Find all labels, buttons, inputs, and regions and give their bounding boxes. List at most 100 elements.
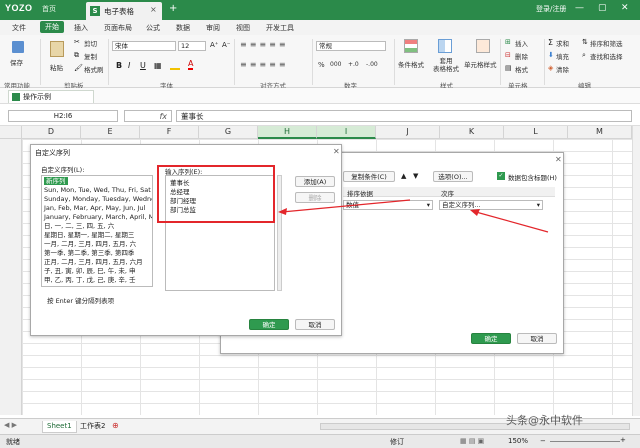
zoom-slider[interactable] [550, 441, 620, 442]
view-mode-icons[interactable]: ▦ ▤ ▣ [460, 437, 484, 445]
name-box[interactable]: H2:I6 [8, 110, 118, 122]
zoom-level[interactable]: 150% [508, 437, 528, 445]
bold-button[interactable]: B [116, 61, 122, 70]
list-item[interactable]: 子, 丑, 寅, 卯, 辰, 巳, 午, 未, 申 [44, 267, 136, 275]
column-header[interactable]: E [81, 126, 140, 139]
decrease-decimal-button[interactable]: -.00 [366, 61, 378, 68]
format-painter-button[interactable]: 格式刷 [84, 64, 104, 74]
column-header[interactable]: D [22, 126, 81, 139]
delete-cells-button[interactable]: 删除 [515, 51, 528, 61]
font-grow-icon[interactable]: A⁺ [210, 41, 218, 49]
format-cells-icon[interactable]: ▤ [505, 64, 512, 72]
menu-home[interactable]: 开始 [40, 21, 64, 33]
document-tab[interactable]: S 电子表格 × [86, 2, 162, 20]
fx-icon[interactable]: fx [124, 110, 172, 122]
find-select-button[interactable]: 查找和选择 [590, 51, 623, 61]
add-sheet-icon[interactable]: ⊕ [112, 421, 119, 430]
thousands-button[interactable]: 000 [330, 61, 341, 68]
sort-filter-button[interactable]: 排序和筛选 [590, 38, 623, 48]
list-item[interactable]: 第一季, 第二季, 第三季, 第四季 [44, 249, 134, 257]
align-left-icons[interactable]: ≡≡≡≡≡ [240, 60, 289, 69]
input-scrollbar[interactable] [277, 175, 282, 291]
zoom-in-icon[interactable]: + [620, 436, 626, 444]
workbook-tab[interactable]: 操作示例 [8, 90, 94, 103]
sort-by-select[interactable]: 数值 ▾ [343, 200, 433, 210]
border-icon[interactable]: ▦ [154, 61, 162, 70]
options-button[interactable]: 选项(O)... [433, 171, 473, 182]
save-label[interactable]: 保存 [10, 57, 23, 67]
close-window-icon[interactable]: ✕ [621, 3, 629, 13]
menu-view[interactable]: 视图 [236, 23, 250, 33]
column-header[interactable]: J [376, 126, 440, 139]
column-header[interactable]: L [504, 126, 568, 139]
column-header[interactable]: H [258, 126, 317, 139]
fill-icon[interactable]: ⬇ [548, 51, 554, 59]
increase-decimal-button[interactable]: +.0 [348, 61, 359, 68]
format-cells-button[interactable]: 格式 [515, 64, 528, 74]
copy-button[interactable]: 复制 [84, 51, 97, 61]
order-select[interactable]: 自定义序列... ▾ [439, 200, 543, 210]
close-icon[interactable]: ✕ [555, 155, 562, 164]
sheet-tab-2[interactable]: 工作表2 [76, 421, 109, 433]
header-checkbox[interactable]: ✓ [497, 172, 505, 180]
delete-list-button[interactable]: 删除 [295, 192, 335, 203]
column-header[interactable]: I [317, 126, 376, 139]
sort-ok-button[interactable]: 确定 [471, 333, 511, 344]
list-item[interactable]: 正月, 二月, 三月, 四月, 五月, 六月 [44, 258, 143, 266]
fill-color-icon[interactable] [170, 61, 180, 70]
list-item[interactable]: January, February, March, April, M [44, 213, 152, 221]
insert-cells-icon[interactable]: ⊞ [505, 38, 511, 46]
list-item[interactable]: 甲, 乙, 丙, 丁, 戊, 己, 庚, 辛, 壬 [44, 276, 136, 284]
copy-icon[interactable]: ⧉ [74, 51, 79, 60]
sheet-nav-icon[interactable]: ◀ ▶ [4, 421, 17, 429]
number-format-select[interactable]: 常规 [316, 41, 386, 51]
find-icon[interactable]: ⌕ [582, 51, 586, 60]
corner-select-all[interactable] [0, 126, 22, 139]
custom-list-box[interactable]: 新序列 Sun, Mon, Tue, Wed, Thu, Fri, Sat Su… [41, 175, 153, 287]
menu-data[interactable]: 数据 [176, 23, 190, 33]
zoom-out-icon[interactable]: − [540, 437, 546, 445]
move-up-icon[interactable]: ▲ [401, 172, 406, 180]
menu-file[interactable]: 文件 [12, 23, 26, 33]
maximize-icon[interactable]: ▢ [598, 3, 607, 13]
revision-mode[interactable]: 修订 [390, 437, 404, 447]
custom-list-cancel-button[interactable]: 取消 [295, 319, 335, 330]
save-icon[interactable] [12, 41, 24, 53]
cut-icon[interactable]: ✂ [74, 38, 80, 46]
column-header[interactable]: M [568, 126, 632, 139]
list-item[interactable]: 星期日, 星期一, 星期二, 星期三 [44, 231, 134, 239]
formula-input[interactable]: 董事长 [176, 110, 632, 122]
menu-review[interactable]: 审阅 [206, 23, 220, 33]
delete-cells-icon[interactable]: ⊟ [505, 51, 511, 59]
list-item[interactable]: 新序列 [44, 177, 68, 185]
percent-button[interactable]: % [318, 61, 325, 69]
add-list-button[interactable]: 添加(A) [295, 176, 335, 187]
format-painter-icon[interactable]: 🖌 [74, 64, 83, 72]
font-color-icon[interactable]: A [188, 59, 194, 70]
fill-button[interactable]: 填充 [556, 51, 569, 61]
menu-insert[interactable]: 插入 [74, 23, 88, 33]
font-size-select[interactable]: 12 [178, 41, 206, 51]
cell-style-button[interactable]: 单元格样式 [464, 59, 497, 69]
menu-page-layout[interactable]: 页面布局 [104, 23, 132, 33]
menu-formulas[interactable]: 公式 [146, 23, 160, 33]
list-item[interactable]: 日, 一, 二, 三, 四, 五, 六 [44, 222, 114, 230]
font-name-select[interactable]: 宋体 [112, 41, 176, 51]
login-link[interactable]: 登录/注册 [536, 4, 566, 14]
column-header[interactable]: K [440, 126, 504, 139]
row-headers[interactable] [0, 139, 22, 415]
sum-button[interactable]: 求和 [556, 38, 569, 48]
home-tab[interactable]: 首页 [42, 4, 56, 14]
close-icon[interactable]: ✕ [333, 147, 340, 156]
minimize-icon[interactable]: — [575, 3, 584, 13]
move-down-icon[interactable]: ▼ [413, 172, 418, 180]
cell-style-icon[interactable] [476, 39, 490, 53]
paste-icon[interactable] [50, 41, 64, 57]
list-item[interactable]: Sun, Mon, Tue, Wed, Thu, Fri, Sat [44, 186, 151, 194]
list-item[interactable]: Sunday, Monday, Tuesday, Wedne [44, 195, 152, 203]
close-tab-icon[interactable]: × [150, 5, 157, 14]
copy-condition-button[interactable]: 复制条件(C) [343, 171, 395, 182]
column-header[interactable]: F [140, 126, 199, 139]
vertical-scrollbar[interactable] [632, 126, 640, 416]
conditional-format-button[interactable]: 条件格式 [398, 59, 424, 69]
